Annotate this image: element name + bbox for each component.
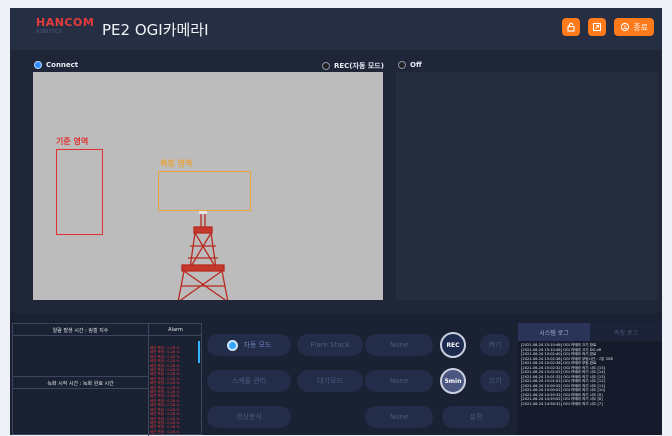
logo-text: HANCOM (36, 16, 95, 29)
rec-button[interactable]: REC (440, 332, 466, 358)
flare-stack-button[interactable]: Flare Stack (297, 334, 363, 356)
rec-label: REC(자동 모드) (334, 62, 384, 70)
lock-icon[interactable] (562, 18, 581, 36)
top-bar: HANCOM ROBOTICS PE2 OGI카메라I 종료 (10, 8, 662, 50)
log-panel: 시스템 로그 측정 로그 [2021-06-24 15:10:46] OGI 카… (518, 323, 662, 435)
table-divider (149, 335, 202, 336)
auto-mode-button[interactable]: 자동 모드 (207, 334, 291, 356)
reference-region-box[interactable] (56, 149, 103, 235)
exit-icon (621, 22, 630, 32)
off-label: Off (410, 61, 422, 69)
alarm-info-table: 알람 발생 시간 : 링겔 지수 Alarm 녹화 시작 시간 : 녹화 완료 … (12, 323, 202, 436)
video-analysis-button[interactable]: 영상분석 (207, 406, 291, 428)
settings-button[interactable]: 설정 (442, 406, 510, 428)
measurement-region-label: 측정 영역 (160, 159, 193, 168)
standby-button[interactable]: 대기모드 (297, 370, 363, 392)
table-divider (13, 335, 148, 336)
log-line: [2021-06-24 14:58:32] OGI 카메라 켜기 시도 [7] (521, 401, 603, 406)
control-panel: 알람 발생 시간 : 링겔 지수 Alarm 녹화 시작 시간 : 녹화 완료 … (10, 313, 662, 436)
camera-view-left[interactable]: 기준 영역 측정 영역 (33, 72, 383, 300)
company-logo: HANCOM ROBOTICS (36, 16, 95, 40)
export-icon[interactable] (588, 18, 607, 36)
measurement-region-box[interactable] (158, 171, 251, 211)
logo-subtext: ROBOTICS (36, 29, 62, 35)
none-button-3[interactable]: None (365, 406, 433, 428)
none-button-1[interactable]: None (365, 334, 433, 356)
exit-button[interactable]: 종료 (614, 18, 654, 36)
tab-measure-log[interactable]: 측정 로그 (590, 323, 662, 341)
schedule-button[interactable]: 스케줄 관리 (207, 370, 291, 392)
camera-view-right[interactable] (396, 72, 658, 300)
table-divider (148, 324, 149, 436)
record-time-header: 녹화 시작 시간 : 녹화 완료 시간 (47, 381, 114, 387)
app-window: HANCOM ROBOTICS PE2 OGI카메라I 종료 Connect R… (10, 8, 662, 436)
reference-region-label: 기준 영역 (56, 137, 89, 146)
rec-indicator (322, 62, 330, 70)
auto-mode-label: 자동 모드 (243, 341, 272, 349)
log-tabs: 시스템 로그 측정 로그 (518, 323, 662, 341)
alarm-list[interactable]: 배관 측정 : 0.28 % 배관 측정 : 0.28 % 배관 측정 : 0.28… (150, 346, 202, 436)
off-status: Off (398, 61, 422, 69)
rec-status: REC(자동 모드) (322, 61, 384, 71)
alarm-item: 배관 측정 : 0.28 % (150, 429, 180, 434)
tab-system-log[interactable]: 시스템 로그 (518, 323, 590, 341)
connect-status: Connect (34, 61, 78, 69)
alarm-time-header: 알람 발생 시간 : 링겔 지수 (52, 328, 109, 334)
alarm-header: Alarm (168, 327, 183, 333)
power-off-button[interactable]: 끄기 (480, 370, 510, 392)
table-divider (13, 376, 148, 377)
log-list[interactable]: [2021-06-24 15:10:46] OGI 카메라 끄기 완료 [2021… (518, 341, 662, 408)
off-indicator (398, 61, 406, 69)
table-divider (13, 388, 148, 389)
flare-stack-image (177, 210, 229, 300)
none-button-2[interactable]: None (365, 370, 433, 392)
app-title: PE2 OGI카메라I (102, 21, 209, 39)
auto-mode-indicator (226, 339, 238, 351)
connect-label: Connect (46, 61, 79, 69)
top-actions: 종료 (562, 18, 654, 36)
power-on-button[interactable]: 켜기 (480, 334, 510, 356)
exit-label: 종료 (633, 22, 648, 32)
interval-button[interactable]: 5min (440, 368, 466, 394)
alarm-scrollbar[interactable] (198, 341, 200, 363)
connect-indicator (34, 61, 42, 69)
